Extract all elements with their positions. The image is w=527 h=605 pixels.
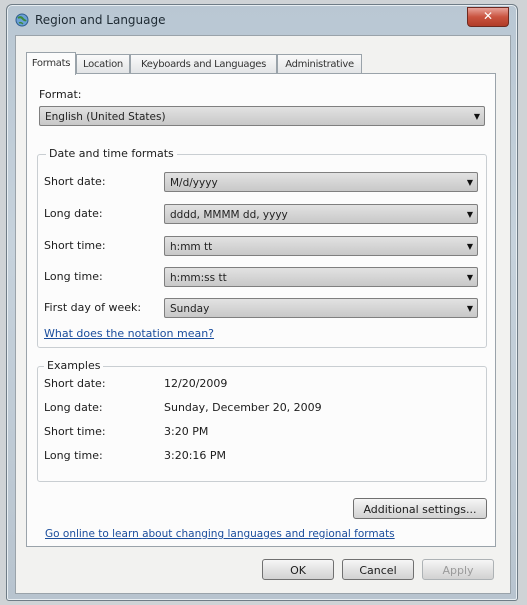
short-time-select[interactable]: h:mm tt ▼ <box>164 236 478 256</box>
format-value: English (United States) <box>45 111 166 123</box>
apply-button[interactable]: Apply <box>422 559 494 580</box>
ok-button[interactable]: OK <box>262 559 334 580</box>
globe-icon <box>15 13 29 27</box>
title-bar[interactable]: Region and Language ✕ <box>7 5 517 35</box>
region-language-window: Region and Language ✕ Formats Location K… <box>6 4 518 601</box>
dialog-client-area: Formats Location Keyboards and Languages… <box>15 35 511 594</box>
dropdown-arrow-icon: ▼ <box>466 242 473 251</box>
formats-panel: Format: English (United States) ▼ Date a… <box>26 73 496 547</box>
long-time-value: h:mm:ss tt <box>170 272 227 284</box>
format-label: Format: <box>39 88 82 101</box>
close-button[interactable]: ✕ <box>467 7 509 27</box>
short-date-label: Short date: <box>44 175 106 188</box>
long-date-label: Long date: <box>44 207 103 220</box>
dropdown-arrow-icon: ▼ <box>466 210 473 219</box>
window-title: Region and Language <box>35 13 166 27</box>
example-long-date-label: Long date: <box>44 401 103 414</box>
example-short-date-label: Short date: <box>44 377 106 390</box>
tab-administrative[interactable]: Administrative <box>277 54 362 74</box>
dropdown-arrow-icon: ▼ <box>466 304 473 313</box>
example-long-time-label: Long time: <box>44 449 103 462</box>
long-date-value: dddd, MMMM dd, yyyy <box>170 209 288 221</box>
format-select[interactable]: English (United States) ▼ <box>39 106 485 126</box>
date-time-formats-title: Date and time formats <box>46 147 177 160</box>
dropdown-arrow-icon: ▼ <box>466 178 473 187</box>
first-day-label: First day of week: <box>44 301 142 314</box>
example-short-date-value: 12/20/2009 <box>164 377 228 390</box>
short-date-value: M/d/yyyy <box>170 177 218 189</box>
date-time-formats-group: Date and time formats Short date: M/d/yy… <box>37 147 487 348</box>
tab-keyboards-languages[interactable]: Keyboards and Languages <box>130 54 277 74</box>
example-short-time-label: Short time: <box>44 425 106 438</box>
additional-settings-button[interactable]: Additional settings... <box>353 498 487 519</box>
example-long-date-value: Sunday, December 20, 2009 <box>164 401 322 414</box>
tab-formats[interactable]: Formats <box>26 52 76 75</box>
notation-help-link[interactable]: What does the notation mean? <box>44 327 214 340</box>
short-time-value: h:mm tt <box>170 241 213 253</box>
online-help-link[interactable]: Go online to learn about changing langua… <box>45 528 395 540</box>
short-date-select[interactable]: M/d/yyyy ▼ <box>164 172 478 192</box>
long-date-select[interactable]: dddd, MMMM dd, yyyy ▼ <box>164 204 478 224</box>
long-time-label: Long time: <box>44 270 103 283</box>
example-short-time-value: 3:20 PM <box>164 425 209 438</box>
tab-location[interactable]: Location <box>76 54 130 74</box>
examples-group: Examples Short date: 12/20/2009 Long dat… <box>37 359 487 482</box>
first-day-select[interactable]: Sunday ▼ <box>164 298 478 318</box>
dropdown-arrow-icon: ▼ <box>466 273 473 282</box>
cancel-button[interactable]: Cancel <box>342 559 414 580</box>
short-time-label: Short time: <box>44 239 106 252</box>
examples-title: Examples <box>44 359 104 372</box>
dropdown-arrow-icon: ▼ <box>473 112 480 121</box>
example-long-time-value: 3:20:16 PM <box>164 449 227 462</box>
close-icon: ✕ <box>482 9 494 23</box>
long-time-select[interactable]: h:mm:ss tt ▼ <box>164 267 478 287</box>
first-day-value: Sunday <box>170 303 210 315</box>
